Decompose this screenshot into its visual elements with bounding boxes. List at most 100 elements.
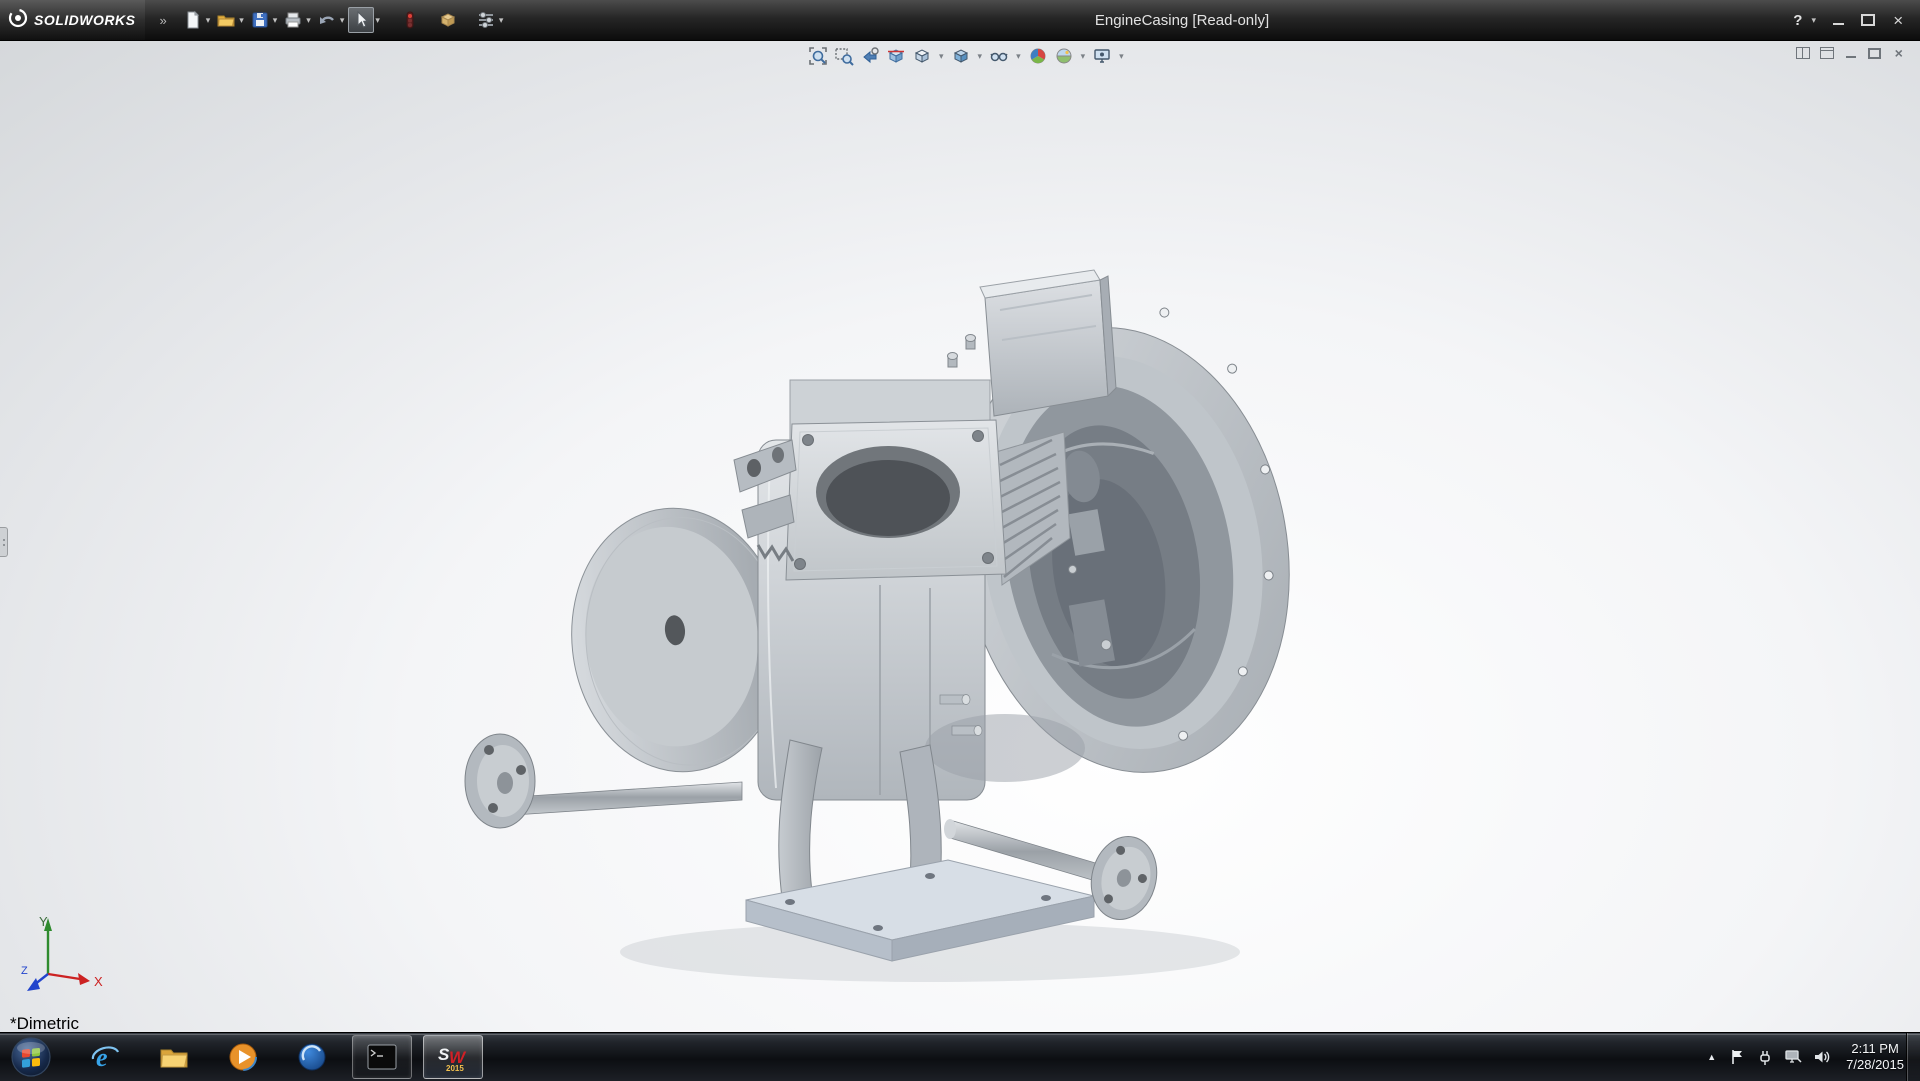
media-player-button[interactable] (214, 1036, 272, 1078)
section-view-icon (886, 46, 906, 66)
media-player-icon (227, 1041, 259, 1073)
zoom-to-area-button[interactable] (832, 44, 856, 68)
command-prompt-button[interactable] (352, 1035, 412, 1079)
previous-view-button[interactable] (858, 44, 882, 68)
new-document-dropdown[interactable]: ▾ (206, 15, 211, 26)
document-restore-button[interactable] (1865, 44, 1884, 62)
solidworks-swirl-icon (8, 8, 28, 33)
document-minimize-icon (1846, 56, 1856, 58)
open-button[interactable] (214, 8, 238, 32)
blue-app-icon (296, 1041, 328, 1073)
windows-explorer-button[interactable] (145, 1036, 203, 1078)
display-style-dropdown[interactable]: ▾ (978, 51, 983, 62)
options-dropdown[interactable]: ▾ (499, 15, 504, 26)
system-tray: ▲ 2:11 PM 7/28/2015 (1705, 1033, 1904, 1081)
volume-button[interactable] (1812, 1048, 1830, 1066)
options-icon (476, 10, 496, 30)
internet-explorer-button[interactable]: e (76, 1036, 134, 1078)
pane-bar-button[interactable] (1817, 44, 1836, 62)
document-restore-icon (1868, 48, 1881, 59)
display-style-icon (951, 46, 971, 66)
print-button[interactable] (281, 8, 305, 32)
hide-show-items-button[interactable] (987, 44, 1011, 68)
undo-button[interactable] (315, 8, 339, 32)
restore-button[interactable] (1856, 9, 1880, 31)
start-button[interactable] (8, 1034, 54, 1080)
document-minimize-button[interactable] (1841, 44, 1860, 62)
hide-show-items-dropdown[interactable]: ▾ (1016, 51, 1021, 62)
edit-appearance-button[interactable] (1026, 44, 1050, 68)
print-dropdown[interactable]: ▾ (306, 15, 311, 26)
section-view-button[interactable] (884, 44, 908, 68)
file-properties-button[interactable] (436, 8, 460, 32)
feature-panel-splitter[interactable] (0, 527, 8, 557)
minimize-button[interactable] (1826, 9, 1850, 31)
help-button[interactable]: ? (1791, 12, 1804, 29)
view-orientation-label: *Dimetric (10, 1014, 79, 1032)
zoom-to-area-icon (834, 46, 854, 66)
document-close-button[interactable]: × (1889, 44, 1908, 62)
triad-x-label: X (94, 974, 103, 989)
view-settings-icon (1092, 46, 1112, 66)
restore-icon (1861, 14, 1875, 26)
network-display-icon (1784, 1048, 1802, 1066)
document-title: EngineCasing [Read-only] (1095, 0, 1269, 40)
close-button[interactable]: × (1886, 9, 1910, 31)
view-settings-dropdown[interactable]: ▾ (1119, 51, 1124, 62)
show-desktop-button[interactable] (1906, 1033, 1920, 1081)
previous-view-icon (860, 46, 880, 66)
select-dropdown[interactable]: ▾ (375, 15, 380, 26)
triad-z-label: Z (21, 965, 28, 977)
blue-app-button[interactable] (283, 1036, 341, 1078)
select-arrow-icon (351, 10, 371, 30)
folder-icon (158, 1041, 190, 1073)
command-prompt-icon (367, 1044, 397, 1070)
apply-scene-button[interactable] (1052, 44, 1076, 68)
display-style-button[interactable] (949, 44, 973, 68)
new-document-icon (183, 10, 203, 30)
quick-access-toolbar: ▾ ▾ ▾ ▾ ▾ ▾ ▾ (181, 0, 508, 40)
power-button[interactable] (1756, 1048, 1774, 1066)
solidworks-menu-logo[interactable]: SOLIDWORKS (0, 0, 145, 40)
view-orientation-button[interactable] (910, 44, 934, 68)
undo-dropdown[interactable]: ▾ (340, 15, 345, 26)
app-name: SOLIDWORKS (34, 12, 135, 28)
graphics-area[interactable]: ▾ ▾ ▾ ▾ ▾ × Y X (0, 40, 1920, 1032)
power-plug-icon (1756, 1048, 1774, 1066)
windows-start-icon (10, 1036, 52, 1078)
apply-scene-icon (1054, 46, 1074, 66)
new-document-button[interactable] (181, 8, 205, 32)
zoom-to-fit-button[interactable] (806, 44, 830, 68)
taskbar: e S W 2015 ▲ (0, 1032, 1920, 1081)
network-button[interactable] (1784, 1048, 1802, 1066)
view-orientation-dropdown[interactable]: ▾ (939, 51, 944, 62)
engine-casing-model[interactable] (0, 40, 1920, 1032)
action-center-flag-icon (1728, 1048, 1746, 1066)
solidworks-app-button[interactable]: S W 2015 (423, 1035, 483, 1079)
hide-show-glasses-icon (989, 46, 1009, 66)
save-button[interactable] (248, 8, 272, 32)
apply-scene-dropdown[interactable]: ▾ (1081, 51, 1086, 62)
select-button[interactable] (348, 7, 374, 33)
titlebar-controls: ? ▾ × (1791, 0, 1910, 40)
zoom-to-fit-icon (808, 46, 828, 66)
rebuild-button[interactable] (398, 8, 422, 32)
pane-split-icon (1796, 47, 1810, 59)
help-dropdown[interactable]: ▾ (1811, 15, 1816, 26)
save-dropdown[interactable]: ▾ (273, 15, 278, 26)
options-button[interactable] (474, 8, 498, 32)
taskbar-clock[interactable]: 2:11 PM 7/28/2015 (1846, 1041, 1904, 1073)
pane-split-button[interactable] (1793, 44, 1812, 62)
hidden-icons-button[interactable]: ▲ (1705, 1052, 1718, 1062)
heads-up-view-toolbar: ▾ ▾ ▾ ▾ ▾ (806, 42, 1127, 70)
edit-appearance-icon (1028, 46, 1048, 66)
close-icon: × (1893, 12, 1903, 29)
action-center-button[interactable] (1728, 1048, 1746, 1066)
document-close-icon: × (1894, 45, 1902, 61)
clock-time: 2:11 PM (1846, 1041, 1904, 1057)
view-settings-button[interactable] (1090, 44, 1114, 68)
open-dropdown[interactable]: ▾ (239, 15, 244, 26)
print-icon (283, 10, 303, 30)
menu-expand-chevron[interactable]: » (159, 13, 166, 28)
document-window-controls: × (1793, 44, 1908, 62)
